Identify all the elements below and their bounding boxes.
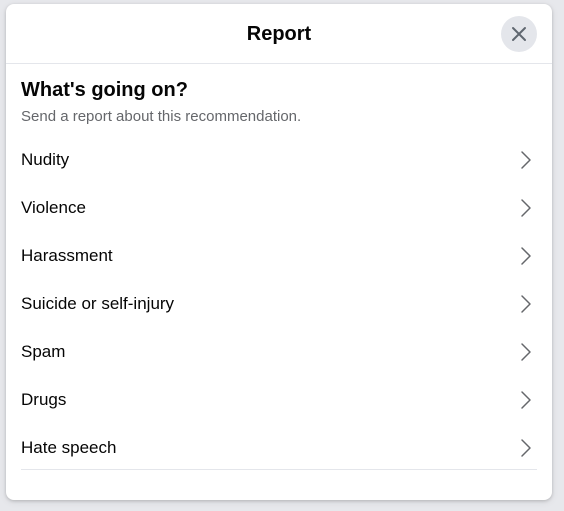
close-icon [512,27,526,41]
option-label: Suicide or self-injury [21,294,175,313]
option-label: Drugs [21,390,67,409]
report-option-list: Nudity Violence Harassment Suicide or se… [6,136,552,472]
option-harassment[interactable]: Harassment [6,232,552,280]
option-label: Hate speech [21,438,117,457]
option-label: Harassment [21,246,113,265]
option-suicide-or-self-injury[interactable]: Suicide or self-injury [6,280,552,328]
section-subheading: Send a report about this recommendation. [21,108,302,125]
footer-divider [21,469,537,470]
chevron-right-icon [521,247,531,265]
chevron-right-icon [521,343,531,361]
chevron-right-icon [521,151,531,169]
option-nudity[interactable]: Nudity [6,136,552,184]
option-label: Spam [21,342,66,361]
chevron-right-icon [521,439,531,457]
dialog-title: Report [246,23,312,45]
chevron-right-icon [521,391,531,409]
section-heading: What's going on? [21,79,188,101]
report-dialog: Report What's going on? Send a report ab… [6,4,552,500]
option-label: Violence [21,198,86,217]
chevron-right-icon [521,295,531,313]
option-violence[interactable]: Violence [6,184,552,232]
chevron-right-icon [521,199,531,217]
option-label: Nudity [21,150,70,169]
option-spam[interactable]: Spam [6,328,552,376]
option-drugs[interactable]: Drugs [6,376,552,424]
option-hate-speech[interactable]: Hate speech [6,424,552,472]
close-button[interactable] [501,16,537,52]
dialog-header: Report [6,4,552,64]
